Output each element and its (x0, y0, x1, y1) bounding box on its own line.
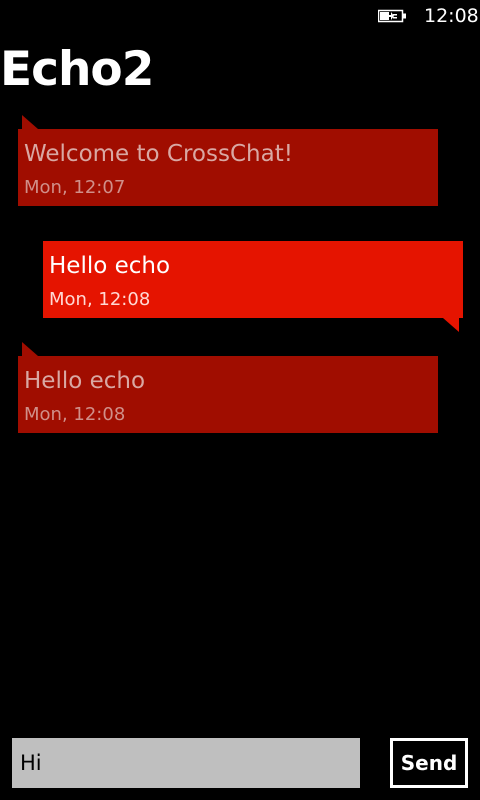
send-button[interactable]: Send (390, 738, 468, 788)
bubble-tail (22, 115, 38, 129)
battery-charging-icon (377, 8, 408, 24)
message-timestamp: Mon, 12:08 (49, 289, 151, 310)
bubble-tail (22, 342, 38, 356)
message-bubble-outgoing[interactable]: Hello echo Mon, 12:08 (43, 241, 463, 332)
message-bubble-incoming[interactable]: Welcome to CrossChat! Mon, 12:07 (18, 115, 438, 206)
status-bar: 12:08 (0, 0, 480, 32)
page-title: Echo2 (0, 42, 154, 97)
message-text: Hello echo (24, 368, 146, 394)
bubble-tail (443, 318, 459, 332)
message-text: Hello echo (49, 253, 171, 279)
status-clock: 12:08 (424, 5, 479, 27)
message-input[interactable] (12, 738, 360, 788)
message-timestamp: Mon, 12:08 (24, 404, 126, 425)
message-text: Welcome to CrossChat! (24, 141, 293, 167)
message-bubble-incoming[interactable]: Hello echo Mon, 12:08 (18, 342, 438, 433)
message-timestamp: Mon, 12:07 (24, 177, 126, 198)
